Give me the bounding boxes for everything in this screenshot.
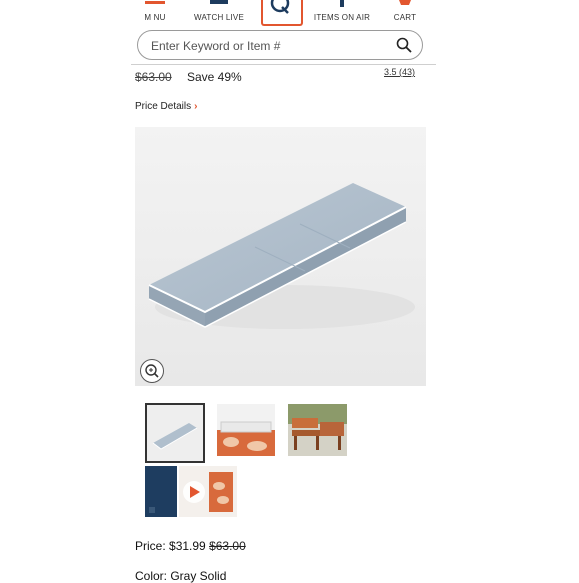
rating-value: 3.5	[384, 67, 397, 77]
cushion-image	[135, 127, 426, 386]
nav-items-on-air-label: ITEMS ON AIR	[313, 13, 371, 22]
compare-price: $63.00	[209, 539, 246, 553]
price-details-link[interactable]: Price Details ›	[135, 101, 197, 112]
nav-watch-live-label: WATCH LIVE	[193, 13, 244, 22]
cart-icon	[399, 0, 411, 5]
main-product-image[interactable]	[135, 127, 426, 386]
zoom-button[interactable]	[140, 359, 164, 383]
items-on-air-icon	[340, 0, 344, 7]
rating-link[interactable]: 3.5 (43)	[384, 67, 415, 77]
price-details-label: Price Details	[135, 101, 192, 112]
search-input[interactable]	[149, 37, 383, 55]
nav-menu-label: M NU	[144, 13, 166, 22]
zoom-icon	[145, 364, 159, 378]
thumbnail-4[interactable]	[145, 466, 177, 517]
price-label: Price:	[135, 539, 170, 553]
color-selection: Color: Gray Solid	[135, 569, 227, 583]
thumbnail-pattern-image	[217, 421, 275, 456]
home-logo-button[interactable]	[261, 0, 303, 26]
thumbnail-video[interactable]	[179, 466, 237, 517]
tv-icon	[210, 0, 228, 4]
price-line: Price: $31.99 $63.00	[135, 539, 246, 553]
q-logo	[270, 0, 290, 14]
top-navigation: M NU WATCH LIVE ITEMS ON AIR CART	[131, 0, 436, 26]
sale-price: $31.99	[169, 539, 206, 553]
search-bar	[137, 30, 423, 60]
review-count: (43)	[399, 67, 416, 77]
thumbnail-navy-image	[145, 466, 177, 517]
chevron-right-icon: ›	[194, 101, 198, 112]
menu-icon	[145, 1, 165, 4]
header-divider	[131, 64, 436, 65]
thumbnail-cushion-image	[152, 423, 198, 450]
thumbnail-2[interactable]	[217, 404, 275, 456]
original-price: $63.00	[135, 70, 172, 84]
nav-cart-label: CART	[393, 13, 417, 22]
thumbnail-3[interactable]	[288, 404, 347, 456]
search-icon[interactable]	[396, 37, 412, 53]
thumbnail-video-image	[179, 466, 237, 517]
thumbnail-bench-image	[288, 404, 347, 456]
thumbnail-1[interactable]	[145, 403, 205, 463]
savings-text: Save 49%	[187, 70, 242, 84]
